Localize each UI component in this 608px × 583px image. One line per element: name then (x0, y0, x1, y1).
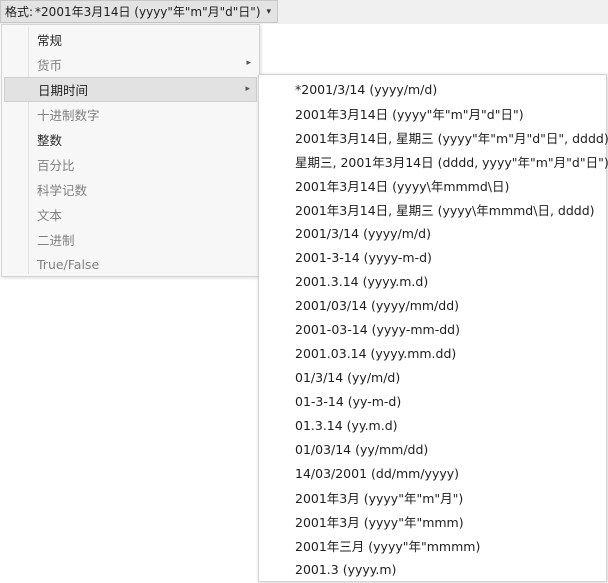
menu-item-label: 文本 (37, 208, 63, 223)
format-dropdown[interactable]: 格式: *2001年3月14日 (yyyy"年"m"月"d"日") ▾ (0, 0, 279, 23)
menu-item-currency[interactable]: 货币 ▸ (4, 52, 257, 77)
date-format-option[interactable]: 2001年3月14日 (yyyy\年mmmd\日) (261, 173, 604, 197)
menu-item-integer[interactable]: 整数 (4, 127, 257, 152)
date-format-option[interactable]: 01/03/14 (yy/mm/dd) (261, 437, 604, 461)
date-format-label: 2001.3.14 (yyyy.m.d) (295, 273, 429, 289)
menu-item-label: 科学记数 (37, 183, 88, 198)
menu-item-label: 整数 (37, 133, 63, 148)
date-format-label: 2001-3-14 (yyyy-m-d) (295, 249, 432, 265)
date-format-option[interactable]: 2001.3.14 (yyyy.m.d) (261, 269, 604, 293)
date-format-label: 2001.3 (yyyy.m) (295, 561, 397, 577)
date-format-label: 2001年3月14日 (yyyy"年"m"月"d"日") (295, 106, 524, 122)
date-format-option[interactable]: *2001/3/14 (yyyy/m/d) (261, 77, 604, 101)
menu-item-decimal[interactable]: 十进制数字 (4, 102, 257, 127)
date-format-option[interactable]: 2001.3 (yyyy.m) (261, 557, 604, 581)
date-format-option[interactable]: 01/3/14 (yy/m/d) (261, 365, 604, 389)
date-format-option[interactable]: 星期三, 2001年3月14日 (dddd, yyyy"年"m"月"d"日") (261, 149, 608, 173)
date-format-label: 2001年三月 (yyyy"年"mmmm) (295, 538, 481, 554)
chevron-down-icon: ▾ (266, 6, 272, 17)
menu-item-label: 百分比 (37, 158, 75, 173)
date-format-label: 14/03/2001 (dd/mm/yyyy) (295, 465, 460, 481)
date-format-option[interactable]: 2001年3月14日 (yyyy"年"m"月"d"日") (261, 101, 604, 125)
menu-item-datetime[interactable]: 日期时间 ▸ (4, 77, 257, 102)
date-format-option[interactable]: 01-3-14 (yy-m-d) (261, 389, 604, 413)
format-label: 格式: (5, 5, 34, 19)
format-category-menu: 常规 货币 ▸ 日期时间 ▸ 十进制数字 整数 百分比 科学记数 文本 二进制 … (1, 24, 260, 277)
date-format-label: 2001.03.14 (yyyy.mm.dd) (295, 345, 457, 361)
date-format-option[interactable]: 2001.03.14 (yyyy.mm.dd) (261, 341, 604, 365)
chevron-right-icon: ▸ (246, 58, 251, 68)
date-format-option[interactable]: 2001年三月 (yyyy"年"mmmm) (261, 533, 604, 557)
date-format-option[interactable]: 2001-03-14 (yyyy-mm-dd) (261, 317, 604, 341)
menu-item-label: 常规 (37, 33, 63, 48)
date-format-label: 2001年3月 (yyyy"年"mmm) (295, 514, 464, 530)
menu-item-scientific[interactable]: 科学记数 (4, 177, 257, 202)
date-format-label: 2001-03-14 (yyyy-mm-dd) (295, 321, 460, 337)
chevron-right-icon: ▸ (245, 84, 250, 94)
menu-item-label: 日期时间 (38, 83, 89, 98)
menu-item-label: True/False (37, 257, 100, 272)
date-format-label: 2001年3月14日, 星期三 (yyyy"年"m"月"d"日", dddd) (295, 130, 608, 146)
menu-item-text[interactable]: 文本 (4, 202, 257, 227)
date-format-label: *2001/3/14 (yyyy/m/d) (295, 81, 438, 97)
date-format-label: 星期三, 2001年3月14日 (dddd, yyyy"年"m"月"d"日") (295, 154, 608, 170)
menu-item-binary[interactable]: 二进制 (4, 227, 257, 252)
format-toolbar: 格式: *2001年3月14日 (yyyy"年"m"月"d"日") ▾ (0, 0, 608, 24)
date-format-label: 2001年3月14日, 星期三 (yyyy\年mmmd\日, dddd) (295, 202, 595, 218)
datetime-format-submenu: *2001/3/14 (yyyy/m/d) 2001年3月14日 (yyyy"年… (258, 74, 608, 582)
date-format-label: 01.3.14 (yy.m.d) (295, 417, 398, 433)
date-format-option[interactable]: 01.3.14 (yy.m.d) (261, 413, 604, 437)
date-format-label: 01-3-14 (yy-m-d) (295, 393, 402, 409)
date-format-option[interactable]: 2001年3月 (yyyy"年"mmm) (261, 509, 604, 533)
date-format-option[interactable]: 2001/03/14 (yyyy/mm/dd) (261, 293, 604, 317)
date-format-option[interactable]: 2001-3-14 (yyyy-m-d) (261, 245, 604, 269)
date-format-label: 2001年3月 (yyyy"年"m"月") (295, 490, 464, 506)
date-format-label: 2001/03/14 (yyyy/mm/dd) (295, 297, 460, 313)
date-format-label: 2001/3/14 (yyyy/m/d) (295, 225, 431, 241)
date-format-label: 01/03/14 (yy/mm/dd) (295, 441, 429, 457)
format-value: *2001年3月14日 (yyyy"年"m"月"d"日") (35, 5, 261, 19)
menu-item-label: 货币 (37, 58, 63, 73)
menu-item-label: 二进制 (37, 233, 75, 248)
menu-item-true-false[interactable]: True/False (4, 252, 257, 277)
date-format-option[interactable]: 2001年3月14日, 星期三 (yyyy\年mmmd\日, dddd) (261, 197, 604, 221)
menu-item-label: 十进制数字 (37, 108, 100, 123)
date-format-label: 01/3/14 (yy/m/d) (295, 369, 401, 385)
menu-item-percentage[interactable]: 百分比 (4, 152, 257, 177)
date-format-option[interactable]: 2001年3月14日, 星期三 (yyyy"年"m"月"d"日", dddd) (261, 125, 608, 149)
menu-item-general[interactable]: 常规 (4, 27, 257, 52)
date-format-label: 2001年3月14日 (yyyy\年mmmd\日) (295, 178, 510, 194)
date-format-option[interactable]: 2001年3月 (yyyy"年"m"月") (261, 485, 604, 509)
date-format-option[interactable]: 14/03/2001 (dd/mm/yyyy) (261, 461, 604, 485)
date-format-option[interactable]: 2001/3/14 (yyyy/m/d) (261, 221, 604, 245)
